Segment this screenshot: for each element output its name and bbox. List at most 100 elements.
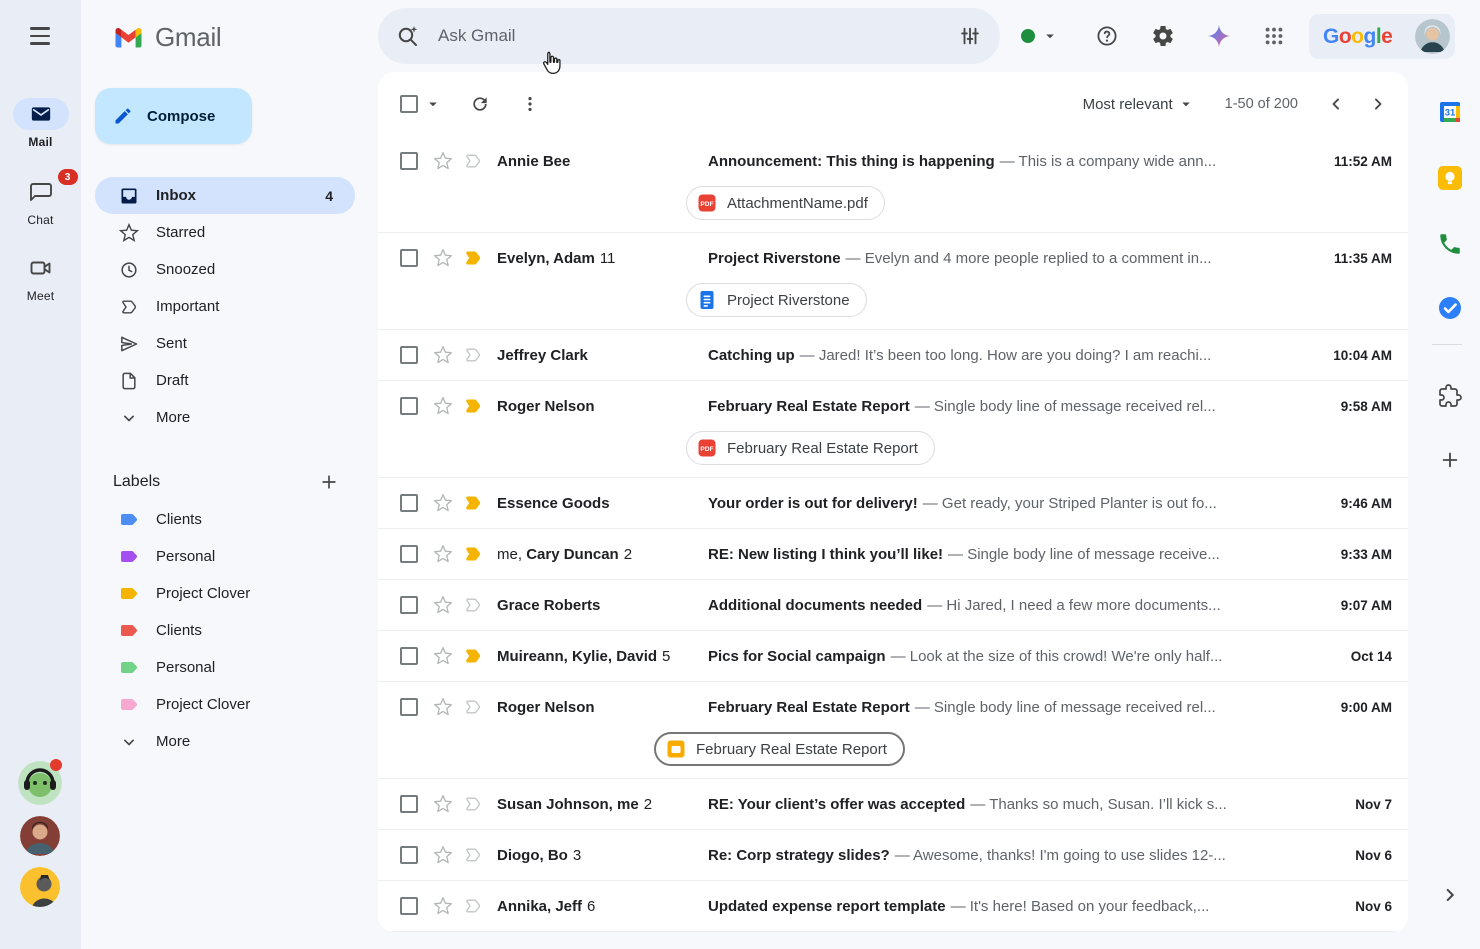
email-row[interactable]: Annika, Jeff6 Updated expense report tem… [378,881,1408,932]
settings-button[interactable] [1140,13,1186,59]
label-item-project-clover-yellow[interactable]: Project Clover [95,575,355,612]
refresh-icon[interactable] [470,94,490,114]
label-item-project-clover-pink[interactable]: Project Clover [95,686,355,723]
collapse-panel-button[interactable] [1430,875,1470,915]
compose-button[interactable]: Compose [95,88,252,144]
importance-marker-icon[interactable] [463,595,483,615]
search-bar[interactable] [378,8,1000,64]
sidebar-item-sent[interactable]: Sent [95,325,355,362]
star-icon[interactable] [433,544,453,564]
sidebar-item-starred[interactable]: Starred [95,214,355,251]
get-add-ons-button[interactable] [1430,376,1470,416]
email-row[interactable]: Diogo, Bo3 Re: Corp strategy slides?— Aw… [378,830,1408,881]
email-row[interactable]: Roger Nelson February Real Estate Report… [378,381,1408,478]
google-account-chip[interactable]: Google [1309,14,1455,59]
email-row[interactable]: Susan Johnson, me2 RE: Your client’s off… [378,779,1408,830]
email-row[interactable]: Roger Nelson February Real Estate Report… [378,682,1408,779]
importance-marker-icon[interactable] [463,151,483,171]
search-input[interactable] [436,7,948,65]
email-row[interactable]: Evelyn, Adam11 Project Riverstone— Evely… [378,233,1408,330]
star-icon[interactable] [433,646,453,666]
sort-selector[interactable]: Most relevant [1083,95,1195,113]
row-checkbox[interactable] [400,846,418,864]
star-icon[interactable] [433,896,453,916]
keep-app-button[interactable] [1430,158,1470,198]
star-icon[interactable] [433,595,453,615]
avatar-contact-3[interactable] [20,867,60,907]
label-item-personal-purple[interactable]: Personal [95,538,355,575]
star-icon[interactable] [433,345,453,365]
status-selector[interactable] [1008,13,1072,59]
sidebar-item-more[interactable]: More [95,399,355,436]
row-checkbox[interactable] [400,795,418,813]
email-row[interactable]: Jeffrey Clark Catching up— Jared! It’s b… [378,330,1408,381]
google-apps-button[interactable] [1251,13,1297,59]
star-icon[interactable] [433,794,453,814]
help-button[interactable] [1084,13,1130,59]
rail-item-chat[interactable]: 3 Chat [0,176,81,227]
importance-marker-icon[interactable] [463,845,483,865]
label-item-clients-red[interactable]: Clients [95,612,355,649]
avatar-contact-2[interactable] [20,816,60,856]
sidebar-item-important[interactable]: Important [95,288,355,325]
star-icon[interactable] [433,493,453,513]
importance-marker-icon[interactable] [463,794,483,814]
puzzle-icon [1438,384,1462,408]
star-icon[interactable] [433,248,453,268]
row-checkbox[interactable] [400,249,418,267]
row-checkbox[interactable] [400,152,418,170]
star-icon[interactable] [433,151,453,171]
attachment-chip[interactable]: February Real Estate Report [654,732,905,766]
row-checkbox[interactable] [400,647,418,665]
user-avatar[interactable] [1415,19,1450,54]
sidebar-item-draft[interactable]: Draft [95,362,355,399]
calendar-app-button[interactable]: 31 [1430,92,1470,132]
star-icon[interactable] [433,396,453,416]
row-checkbox[interactable] [400,897,418,915]
rail-item-meet[interactable]: Meet [0,252,81,303]
star-icon[interactable] [433,845,453,865]
labels-more[interactable]: More [95,723,355,760]
more-options-icon[interactable] [520,94,540,114]
gmail-logo[interactable]: Gmail [112,22,221,53]
row-checkbox[interactable] [400,698,418,716]
email-row[interactable]: me, Cary Duncan2 RE: New listing I think… [378,529,1408,580]
row-checkbox[interactable] [400,545,418,563]
search-sparkle-icon [396,24,420,48]
label-item-personal-green[interactable]: Personal [95,649,355,686]
email-row[interactable]: Muireann, Kylie, David5 Pics for Social … [378,631,1408,682]
attachment-chip[interactable]: Project Riverstone [686,283,867,317]
email-row[interactable]: Essence Goods Your order is out for deli… [378,478,1408,529]
attachment-chip[interactable]: PDF AttachmentName.pdf [686,186,885,220]
select-all-checkbox[interactable] [400,95,418,113]
row-checkbox[interactable] [400,596,418,614]
importance-marker-icon[interactable] [463,544,483,564]
sidebar-item-snoozed[interactable]: Snoozed [95,251,355,288]
importance-marker-icon[interactable] [463,345,483,365]
row-checkbox[interactable] [400,346,418,364]
importance-marker-icon[interactable] [463,896,483,916]
newer-page-button[interactable] [1326,94,1346,114]
row-checkbox[interactable] [400,494,418,512]
importance-marker-icon[interactable] [463,493,483,513]
email-row[interactable]: Annie Bee Announcement: This thing is ha… [378,136,1408,233]
attachment-chip[interactable]: PDF February Real Estate Report [686,431,935,465]
add-app-button[interactable] [1430,440,1470,480]
sidebar-item-inbox[interactable]: Inbox 4 [95,177,355,214]
gemini-button[interactable] [1196,13,1242,59]
star-icon[interactable] [433,697,453,717]
importance-marker-icon[interactable] [463,248,483,268]
email-row[interactable]: Grace Roberts Additional documents neede… [378,580,1408,631]
label-item-clients-blue[interactable]: Clients [95,501,355,538]
tasks-app-button[interactable] [1430,288,1470,328]
importance-marker-icon[interactable] [463,646,483,666]
older-page-button[interactable] [1368,94,1388,114]
rail-item-mail[interactable]: Mail [0,98,81,149]
search-options-button[interactable] [948,14,992,58]
importance-marker-icon[interactable] [463,396,483,416]
voice-app-button[interactable] [1430,224,1470,264]
select-dropdown-caret[interactable] [424,95,442,113]
create-label-button[interactable] [315,468,343,496]
row-checkbox[interactable] [400,397,418,415]
importance-marker-icon[interactable] [463,697,483,717]
